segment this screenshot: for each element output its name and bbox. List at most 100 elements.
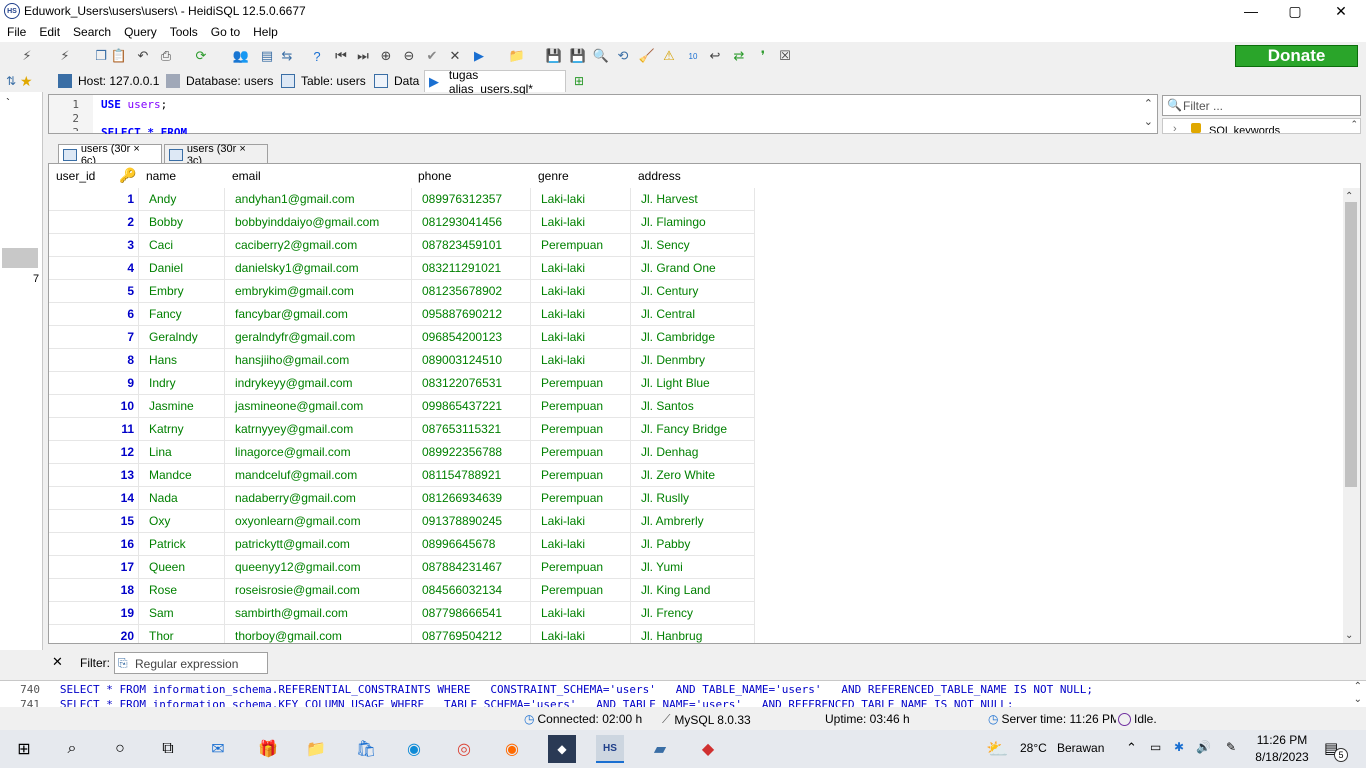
result-tab-1[interactable]: users (30r × 6c) <box>58 143 162 167</box>
table-row[interactable]: 20 Thor thorboy@gmail.com 087769504212 Laki-… <box>49 625 755 643</box>
new-query-tab-icon[interactable]: ⊞ <box>570 70 590 92</box>
cell-name[interactable]: Indry <box>139 372 225 395</box>
cell-genre[interactable]: Perempuan <box>531 441 631 464</box>
cortana-icon[interactable]: ○ <box>106 735 134 763</box>
cell-phone[interactable]: 087823459101 <box>412 234 531 257</box>
table-row[interactable]: 19 Sam sambirth@gmail.com 087798666541 Laki-… <box>49 602 755 625</box>
binary-icon[interactable]: 10 <box>684 47 702 65</box>
save-icon[interactable]: 💾 <box>545 47 563 65</box>
cell-user-id[interactable]: 5 <box>49 280 139 303</box>
table-row[interactable]: 8 Hans hansjiiho@gmail.com 089003124510 Laki… <box>49 349 755 372</box>
table-row[interactable]: 16 Patrick patrickytt@gmail.com 08996645678… <box>49 533 755 556</box>
volume-icon[interactable]: 🔊 <box>1196 740 1211 754</box>
cell-phone[interactable]: 083211291021 <box>412 257 531 280</box>
cell-phone[interactable]: 081154788921 <box>412 464 531 487</box>
cell-genre[interactable]: Perempuan <box>531 487 631 510</box>
cell-phone[interactable]: 089976312357 <box>412 188 531 211</box>
cell-email[interactable]: fancybar@gmail.com <box>225 303 412 326</box>
menu-help[interactable]: Help <box>246 22 284 39</box>
cell-phone[interactable]: 091378890245 <box>412 510 531 533</box>
cell-name[interactable]: Oxy <box>139 510 225 533</box>
sql-help-scroll-icon[interactable]: ⌃ <box>1350 119 1358 130</box>
battery-icon[interactable]: ▭ <box>1150 740 1161 754</box>
cell-phone[interactable]: 089003124510 <box>412 349 531 372</box>
table-row[interactable]: 15 Oxy oxyonlearn@gmail.com 091378890245 Lak… <box>49 510 755 533</box>
cell-genre[interactable]: Perempuan <box>531 418 631 441</box>
cell-user-id[interactable]: 4 <box>49 257 139 280</box>
cell-phone[interactable]: 081235678902 <box>412 280 531 303</box>
cell-phone[interactable]: 087769504212 <box>412 625 531 643</box>
editor-scroll-down-icon[interactable]: ⌄ <box>1144 115 1153 128</box>
cell-phone[interactable]: 083122076531 <box>412 372 531 395</box>
cell-genre[interactable]: Laki-laki <box>531 510 631 533</box>
menu-tools[interactable]: Tools <box>163 22 204 39</box>
disconnect-icon[interactable]: ⚡ <box>56 47 74 65</box>
table-row[interactable]: 2 Bobby bobbyinddaiyo@gmail.com 08129304145… <box>49 211 755 234</box>
grid-vertical-scrollbar[interactable]: ⌃ ⌄ <box>1343 188 1360 643</box>
cell-email[interactable]: andyhan1@gmail.com <box>225 188 412 211</box>
cell-email[interactable]: bobbyinddaiyo@gmail.com <box>225 211 412 234</box>
cell-user-id[interactable]: 8 <box>49 349 139 372</box>
cell-email[interactable]: geralndyfr@gmail.com <box>225 326 412 349</box>
store-icon[interactable]: 🛍 <box>352 735 380 763</box>
scroll-down-icon[interactable]: ⌄ <box>1345 630 1353 641</box>
table-row[interactable]: 13 Mandce mandceluf@gmail.com 081154788921 P… <box>49 464 755 487</box>
file-explorer-icon[interactable]: 📁 <box>302 735 330 763</box>
app-icon[interactable]: ▰ <box>646 735 674 763</box>
refresh-icon[interactable]: ⟳ <box>192 47 210 65</box>
firefox-icon[interactable]: ◉ <box>498 735 526 763</box>
col-genre[interactable]: genre <box>531 164 631 188</box>
cell-name[interactable]: Katrny <box>139 418 225 441</box>
edge-icon[interactable]: ◉ <box>400 735 428 763</box>
maintenance-icon[interactable]: ▤ <box>258 47 276 65</box>
cell-phone[interactable]: 089922356788 <box>412 441 531 464</box>
cell-user-id[interactable]: 19 <box>49 602 139 625</box>
cell-email[interactable]: thorboy@gmail.com <box>225 625 412 643</box>
cell-email[interactable]: caciberry2@gmail.com <box>225 234 412 257</box>
table-row[interactable]: 5 Embry embrykim@gmail.com 081235678902 Laki… <box>49 280 755 303</box>
table-row[interactable]: 11 Katrny katrnyyey@gmail.com 087653115321 P… <box>49 418 755 441</box>
cell-email[interactable]: mandceluf@gmail.com <box>225 464 412 487</box>
search-icon[interactable]: ⌕ <box>58 735 86 763</box>
cell-address[interactable]: Jl. Light Blue <box>631 372 755 395</box>
cell-name[interactable]: Hans <box>139 349 225 372</box>
cell-name[interactable]: Jasmine <box>139 395 225 418</box>
replace-icon[interactable]: ⟲ <box>614 47 632 65</box>
import-export-icon[interactable]: ⇆ <box>278 47 296 65</box>
wrap-icon[interactable]: ↩ <box>706 47 724 65</box>
cell-genre[interactable]: Perempuan <box>531 234 631 257</box>
database-tree[interactable]: ` 7 < > <box>0 92 43 669</box>
comment-icon[interactable]: ❜ <box>754 47 772 65</box>
git-icon[interactable]: ◆ <box>694 735 722 763</box>
task-view-icon[interactable]: ⧉ <box>154 735 182 763</box>
cell-phone[interactable]: 084566032134 <box>412 579 531 602</box>
cell-user-id[interactable]: 14 <box>49 487 139 510</box>
weather-temp[interactable]: 28°C <box>1020 741 1047 755</box>
post-record-icon[interactable]: ✔ <box>423 47 441 65</box>
cell-address[interactable]: Jl. Fancy Bridge <box>631 418 755 441</box>
cell-address[interactable]: Jl. Santos <box>631 395 755 418</box>
format-icon[interactable]: ⇄ <box>730 47 748 65</box>
cell-address[interactable]: Jl. Harvest <box>631 188 755 211</box>
sql-log[interactable]: 740 SELECT * FROM information_schema.REF… <box>0 680 1366 707</box>
cell-email[interactable]: nadaberry@gmail.com <box>225 487 412 510</box>
run-query-icon[interactable]: ▶ <box>470 47 488 65</box>
cell-phone[interactable]: 087798666541 <box>412 602 531 625</box>
menu-goto[interactable]: Go to <box>204 22 246 39</box>
table-row[interactable]: 6 Fancy fancybar@gmail.com 095887690212 Laki… <box>49 303 755 326</box>
cell-address[interactable]: Jl. Ambrerly <box>631 510 755 533</box>
heidisql-taskbar-icon[interactable]: HS <box>596 735 624 763</box>
result-tab-2[interactable]: users (30r × 3c) <box>164 143 268 167</box>
mysql-workbench-icon[interactable]: ◆ <box>548 735 576 763</box>
cell-user-id[interactable]: 9 <box>49 372 139 395</box>
clock-date[interactable]: 8/18/2023 <box>1252 750 1312 764</box>
cell-address[interactable]: Jl. Central <box>631 303 755 326</box>
expand-icon[interactable]: › <box>1173 123 1177 133</box>
table-row[interactable]: 7 Geralndy geralndyfr@gmail.com 09685420012… <box>49 326 755 349</box>
cell-address[interactable]: Jl. Yumi <box>631 556 755 579</box>
col-address[interactable]: address <box>631 164 755 188</box>
paste-icon[interactable]: 📋 <box>110 47 128 65</box>
col-phone[interactable]: phone <box>411 164 531 188</box>
cell-genre[interactable]: Laki-laki <box>531 257 631 280</box>
table-row[interactable]: 3 Caci caciberry2@gmail.com 087823459101 Per… <box>49 234 755 257</box>
